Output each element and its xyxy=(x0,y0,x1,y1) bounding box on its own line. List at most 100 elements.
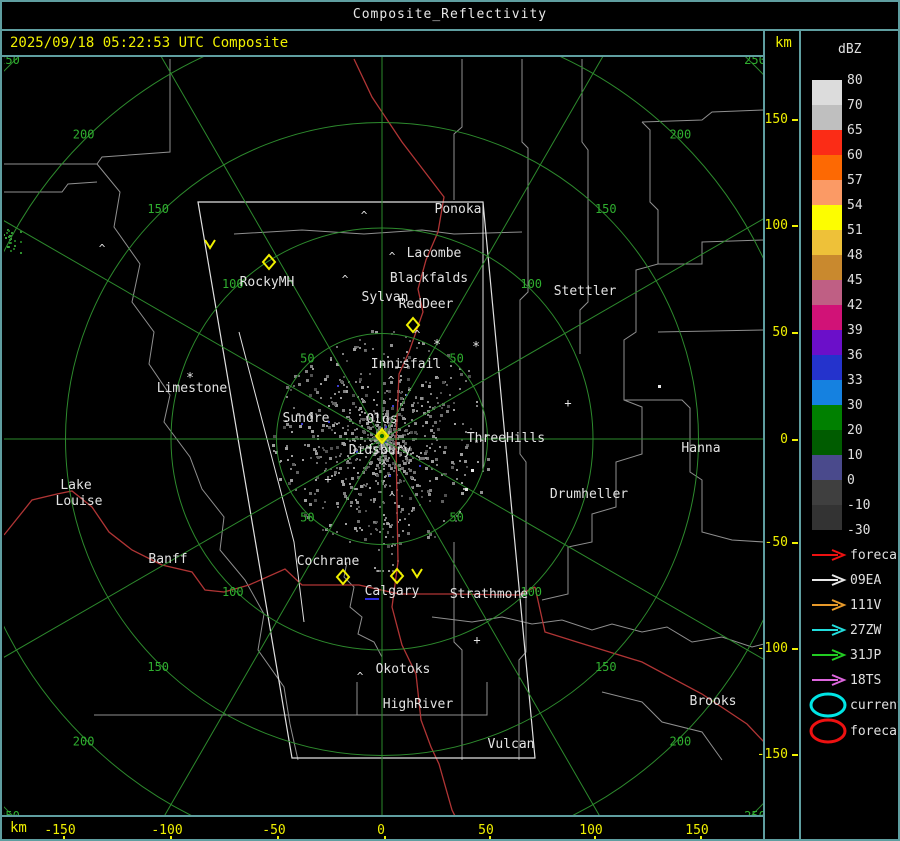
clutter-echo-pixel xyxy=(317,435,319,437)
clutter-echo-pixel xyxy=(402,530,404,532)
city-label-rockymh: RockyMH xyxy=(240,275,295,290)
clutter-echo-pixel xyxy=(463,488,465,490)
scale-color-swatch xyxy=(812,380,842,405)
clutter-echo-pixel xyxy=(480,491,483,494)
clutter-echo-pixel xyxy=(367,386,369,388)
clutter-echo-pixel xyxy=(446,410,449,413)
west-echo-pixel xyxy=(20,252,22,254)
clutter-echo-pixel xyxy=(360,485,363,488)
clutter-echo-pixel xyxy=(388,570,390,572)
scale-color-swatch xyxy=(812,455,842,480)
yellow-v-marker xyxy=(411,568,423,579)
clutter-echo-pixel xyxy=(470,428,472,430)
clutter-echo-pixel xyxy=(320,383,322,385)
clutter-echo-pixel xyxy=(365,485,367,487)
yellow-v-marker xyxy=(204,239,216,250)
clutter-echo-pixel xyxy=(395,399,397,401)
clutter-echo-pixel xyxy=(408,513,410,515)
scale-value-label: 51 xyxy=(847,223,863,238)
x-axis-tick-mark xyxy=(594,836,596,839)
radar-map-canvas[interactable]: 50 5050 50100 100100 100150 150150 150200 20020… xyxy=(2,2,900,841)
city-label-louise: Louise xyxy=(56,494,103,509)
clutter-echo-pixel xyxy=(415,493,418,496)
clutter-echo-pixel xyxy=(416,455,418,457)
city-label-vulcan: Vulcan xyxy=(488,737,535,752)
clutter-echo-pixel xyxy=(408,425,410,427)
clutter-echo-pixel xyxy=(391,553,393,555)
x-axis-tick-mark xyxy=(170,836,172,839)
legend-arrow-icon xyxy=(812,599,847,611)
clutter-echo-pixel xyxy=(460,453,463,456)
clutter-echo-pixel xyxy=(398,413,401,416)
clutter-echo-pixel xyxy=(334,432,336,434)
clutter-echo-pixel xyxy=(334,471,337,474)
clutter-echo-pixel xyxy=(428,385,431,388)
clutter-echo-pixel xyxy=(384,392,386,394)
legend-arrow-icon xyxy=(812,624,847,636)
city-label-threehills: ThreeHills xyxy=(467,431,545,446)
clutter-echo-pixel xyxy=(373,498,376,501)
west-echo-pixel xyxy=(9,242,11,244)
clutter-blue-pixel xyxy=(392,405,394,407)
clutter-echo-pixel xyxy=(416,410,418,412)
clutter-echo-pixel xyxy=(356,501,359,504)
scale-color-swatch xyxy=(812,355,842,380)
clutter-echo-pixel xyxy=(285,447,288,450)
clutter-echo-pixel xyxy=(287,459,289,461)
legend-arrow-icon xyxy=(812,574,847,586)
dot-marker xyxy=(658,385,661,388)
city-label-brooks: Brooks xyxy=(690,694,737,709)
clutter-echo-pixel xyxy=(431,460,434,463)
plus-marker: + xyxy=(473,633,480,647)
legend-arrow-icon xyxy=(812,674,847,686)
clutter-echo-pixel xyxy=(324,378,327,381)
clutter-echo-pixel xyxy=(314,388,317,391)
clutter-echo-pixel xyxy=(420,452,422,454)
clutter-echo-pixel xyxy=(349,440,351,442)
clutter-echo-pixel xyxy=(439,446,441,448)
county-boundary-line xyxy=(541,121,659,601)
clutter-echo-pixel xyxy=(390,344,393,347)
clutter-echo-pixel xyxy=(340,380,343,383)
legend-arrow-icon xyxy=(812,549,847,561)
clutter-echo-pixel xyxy=(394,465,396,467)
county-boundary-line xyxy=(624,399,763,543)
clutter-echo-pixel xyxy=(468,375,471,378)
x-axis-tick-label: -100 xyxy=(151,823,182,838)
city-label-innisfail: Innisfail xyxy=(371,357,441,372)
legend-ellipse-icon xyxy=(809,692,847,718)
clutter-echo-pixel xyxy=(409,340,411,342)
clutter-echo-pixel xyxy=(449,394,451,396)
clutter-echo-pixel xyxy=(409,497,412,500)
city-label-olds: Olds xyxy=(366,412,397,427)
clutter-echo-pixel xyxy=(427,401,429,403)
county-boundary-line xyxy=(518,59,529,760)
blue-bar-marker xyxy=(365,598,379,600)
clutter-echo-pixel xyxy=(384,476,386,478)
clutter-echo-pixel xyxy=(336,461,338,463)
clutter-echo-pixel xyxy=(384,428,386,430)
clutter-echo-pixel xyxy=(445,473,447,475)
x-axis-tick-label: -150 xyxy=(44,823,75,838)
clutter-echo-pixel xyxy=(410,476,413,479)
clutter-echo-pixel xyxy=(388,464,391,467)
clutter-echo-pixel xyxy=(345,478,347,480)
clutter-echo-pixel xyxy=(349,409,351,411)
city-label-didsbury: Didsbury xyxy=(349,443,412,458)
clutter-echo-pixel xyxy=(384,519,386,521)
clutter-echo-pixel xyxy=(405,472,408,475)
clutter-echo-pixel xyxy=(412,411,414,413)
clutter-echo-pixel xyxy=(465,446,468,449)
clutter-echo-pixel xyxy=(412,452,414,454)
clutter-echo-pixel xyxy=(338,472,340,474)
clutter-echo-pixel xyxy=(376,464,379,467)
caret-marker: ^ xyxy=(388,374,395,387)
scale-color-swatch xyxy=(812,80,842,105)
clutter-echo-pixel xyxy=(404,422,406,424)
scale-color-swatch xyxy=(812,205,842,230)
clutter-echo-pixel xyxy=(436,464,438,466)
clutter-echo-pixel xyxy=(365,510,367,512)
scale-value-label: 36 xyxy=(847,348,863,363)
scale-value-label: 70 xyxy=(847,98,863,113)
clutter-echo-pixel xyxy=(352,402,355,405)
